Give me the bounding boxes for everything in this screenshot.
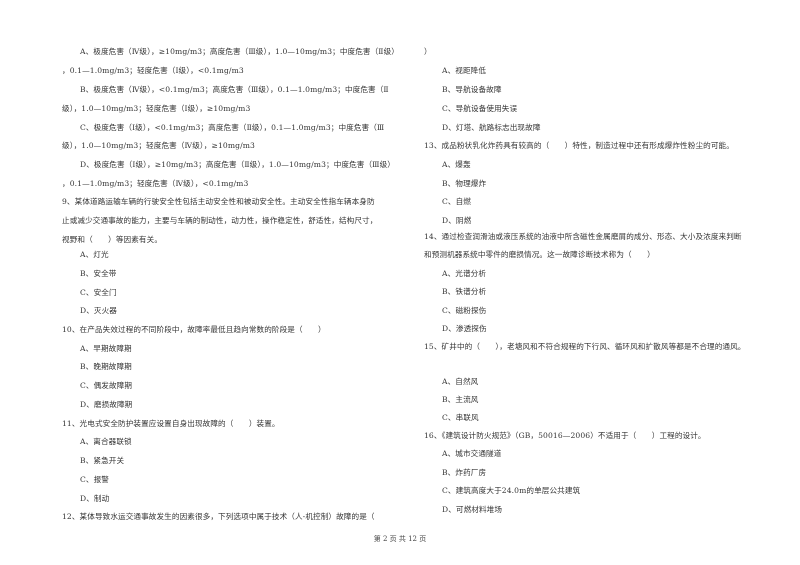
answer-option: D、灭火器 bbox=[80, 306, 117, 315]
question-continuation: ） bbox=[424, 47, 432, 56]
answer-option: D、阴燃 bbox=[442, 216, 472, 225]
question-text: 13、成品粉状乳化炸药具有较高的（ ）特性，制造过程中还有形成爆炸性粉尘的可能。 bbox=[424, 141, 734, 150]
answer-option: B、安全带 bbox=[80, 269, 117, 278]
answer-option: C、极度危害（Ⅰ级），<0.1mg/m3；高度危害（Ⅱ级），0.1—1.0mg/… bbox=[80, 123, 385, 132]
answer-option: A、自然风 bbox=[442, 377, 479, 386]
answer-option: C、磁粉探伤 bbox=[442, 306, 487, 315]
answer-option: D、磨损故障期 bbox=[80, 400, 133, 409]
answer-option: A、爆轰 bbox=[442, 160, 471, 169]
question-continuation: ，0.1—1.0mg/m3；轻度危害（Ⅳ级），<0.1mg/m3 bbox=[62, 179, 249, 188]
answer-option: A、极度危害（Ⅳ级），≥10mg/m3；高度危害（Ⅲ级），1.0—10mg/m3… bbox=[80, 47, 399, 56]
answer-option: B、紧急开关 bbox=[80, 456, 125, 465]
question-continuation: 级），1.0—10mg/m3；轻度危害（Ⅰ级），≥10mg/m3 bbox=[62, 104, 251, 113]
answer-option: A、早期故障期 bbox=[80, 344, 132, 353]
question-text: 16、《建筑设计防火规范》（GB，50016—2006）不适用于（ ）工程的设计… bbox=[424, 431, 706, 440]
question-continuation: 和预测机器系统中零件的磨损情况。这一故障诊断技术称为（ ） bbox=[424, 250, 655, 259]
answer-option: C、报警 bbox=[80, 475, 109, 484]
page-number: 第 2 页 共 12 页 bbox=[373, 535, 427, 543]
question-text: 14、通过检查润滑油或液压系统的油液中所含磁性金属磨屑的成分、形态、大小及浓度来… bbox=[424, 232, 742, 241]
answer-option: C、串联风 bbox=[442, 413, 479, 422]
question-continuation: 视野和（ ）等因素有关。 bbox=[62, 235, 163, 244]
answer-option: A、城市交通隧道 bbox=[442, 449, 502, 458]
answer-option: D、可燃材料堆场 bbox=[442, 505, 503, 514]
question-text: 10、在产品失效过程的不同阶段中，故障率最低且趋向常数的阶段是（ ） bbox=[62, 325, 326, 334]
answer-option: A、光谱分析 bbox=[442, 269, 487, 278]
answer-option: D、制动 bbox=[80, 494, 110, 503]
answer-option: B、炸药厂房 bbox=[442, 468, 487, 477]
question-continuation: ，0.1—1.0mg/m3；轻度危害（Ⅰ级），<0.1mg/m3 bbox=[62, 66, 244, 75]
answer-option: C、安全门 bbox=[80, 288, 117, 297]
answer-option: B、导航设备故障 bbox=[442, 85, 502, 94]
answer-option: A、离合器联锁 bbox=[80, 437, 132, 446]
answer-option: D、极度危害（Ⅰ级），≥10mg/m3；高度危害（Ⅱ级），1.0—10mg/m3… bbox=[80, 160, 395, 169]
answer-option: B、铁谱分析 bbox=[442, 287, 487, 296]
answer-option: C、自燃 bbox=[442, 197, 471, 206]
answer-option: A、视距降低 bbox=[442, 66, 487, 75]
answer-option: C、偶发故障期 bbox=[80, 381, 133, 390]
answer-option: C、导航设备使用失误 bbox=[442, 104, 518, 113]
question-continuation: 止或减少交通事故的能力，主要与车辆的制动性，动力性，操作稳定性，舒适性，结构尺寸… bbox=[62, 216, 378, 225]
answer-option: D、灯塔、航路标志出现故障 bbox=[442, 123, 541, 132]
answer-option: C、建筑高度大于24.0m的单层公共建筑 bbox=[442, 486, 581, 495]
answer-option: B、物理爆炸 bbox=[442, 179, 487, 188]
question-text: 11、光电式安全防护装置应设置自身出现故障的（ ）装置。 bbox=[62, 419, 280, 428]
answer-option: A、灯光 bbox=[80, 250, 109, 259]
question-text: 15、矿井中的（ ），老塘风和不符合规程的下行风、循环风和扩散风等都是不合理的通… bbox=[424, 342, 746, 351]
answer-option: B、晚期故障期 bbox=[80, 362, 132, 371]
answer-option: B、主流风 bbox=[442, 395, 479, 404]
answer-option: D、渗透探伤 bbox=[442, 324, 487, 333]
question-continuation: 级），1.0—10mg/m3；轻度危害（Ⅳ级），≥10mg/m3 bbox=[62, 141, 255, 150]
question-text: 12、某体导致水运交通事故发生的因素很多，下列选项中属于技术（人-机控制）故障的… bbox=[62, 512, 375, 521]
answer-option: B、极度危害（Ⅳ级），<0.1mg/m3；高度危害（Ⅲ级），0.1—1.0mg/… bbox=[80, 85, 389, 94]
question-text: 9、某体道路运输车辆的行驶安全性包括主动安全性和被动安全性。主动安全性指车辆本身… bbox=[62, 197, 375, 206]
